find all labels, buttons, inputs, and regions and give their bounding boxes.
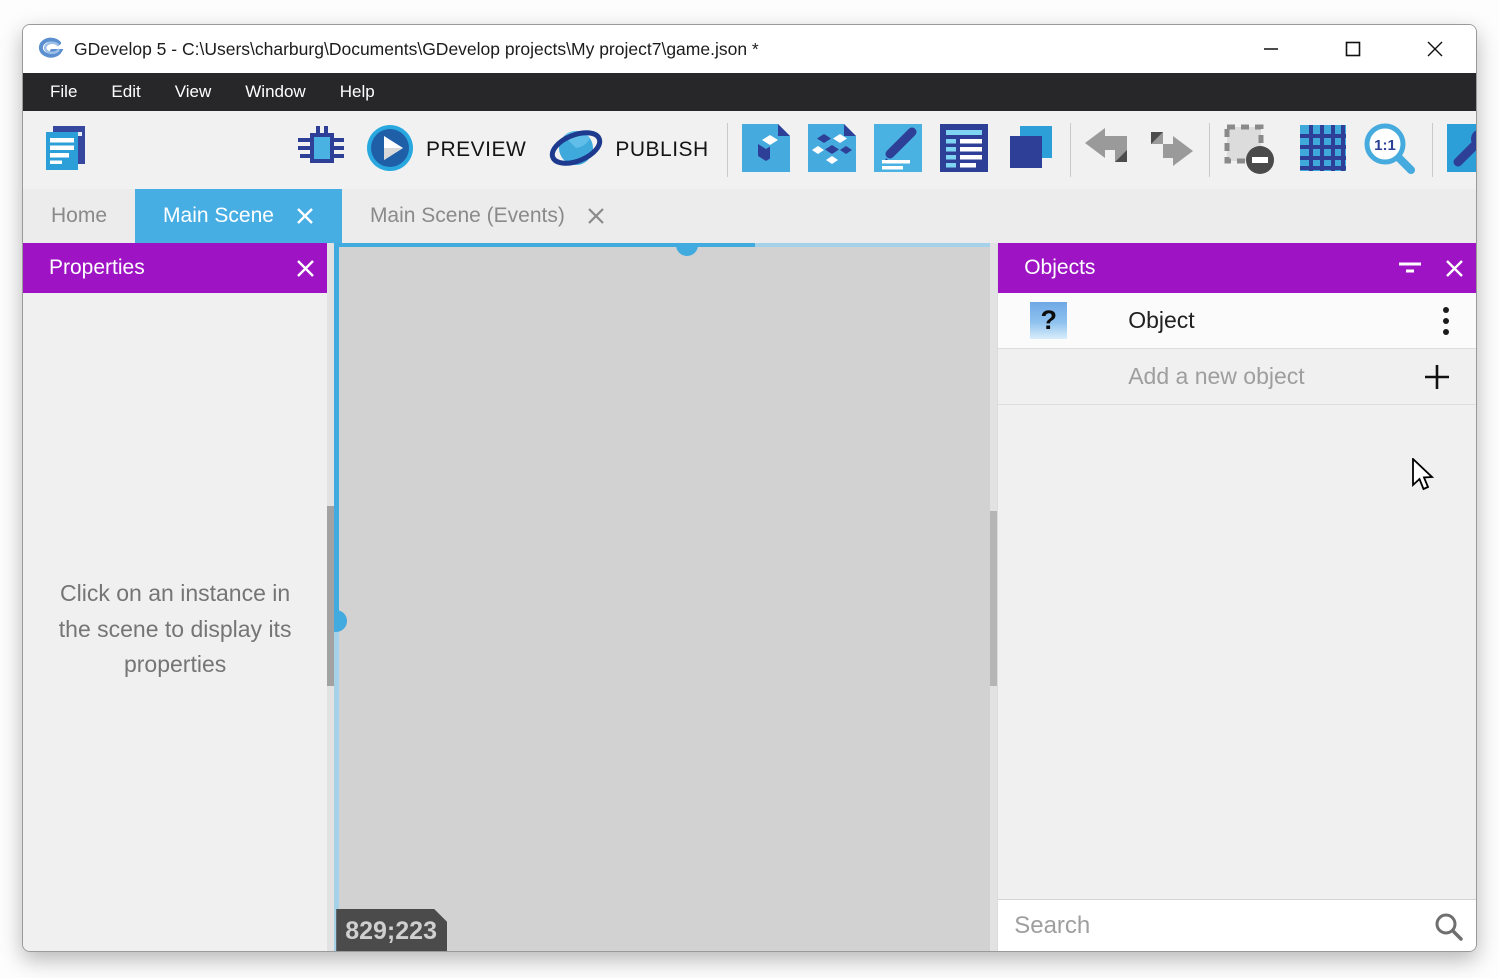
resize-handle-top[interactable] [676, 243, 698, 256]
kebab-menu-icon [1442, 306, 1450, 336]
tools-wrench-icon [1445, 122, 1477, 179]
tab-label: Main Scene (Events) [370, 204, 565, 228]
properties-empty-message: Click on an instance in the scene to dis… [44, 576, 306, 683]
preview-button[interactable]: PREVIEW [365, 123, 526, 178]
tab-main-scene-events[interactable]: Main Scene (Events) [342, 189, 633, 243]
preview-label: PREVIEW [426, 138, 526, 162]
maximize-button[interactable] [1312, 25, 1394, 73]
filter-objects-button[interactable] [1388, 243, 1432, 293]
play-icon [365, 123, 415, 178]
scene-properties-pencil-icon [872, 122, 924, 179]
undo-icon [1081, 126, 1133, 175]
screen: GDevelop 5 - C:\Users\charburg\Documents… [0, 0, 1499, 978]
grid-button[interactable] [1298, 123, 1348, 178]
zoom-1-1-icon: 1:1 [1362, 121, 1418, 180]
filter-icon [1397, 258, 1423, 278]
search-input[interactable] [998, 912, 1420, 940]
open-settings-button[interactable] [1445, 122, 1477, 179]
editor-content: Properties Click on an instance in the s… [23, 243, 1476, 951]
gdevelop-logo-icon [37, 35, 65, 63]
toolbar-divider [1432, 123, 1433, 177]
objects-panel: Objects ? Object [997, 243, 1476, 951]
gdevelop-window: GDevelop 5 - C:\Users\charburg\Documents… [22, 24, 1477, 952]
menu-help[interactable]: Help [323, 73, 392, 111]
object-list-item[interactable]: ? Object [998, 293, 1476, 349]
add-object-label: Add a new object [1128, 363, 1304, 390]
layers-icon [1004, 122, 1056, 179]
tab-label: Home [51, 204, 107, 228]
redo-button[interactable] [1145, 126, 1197, 175]
scene-properties-button[interactable] [872, 122, 924, 179]
close-properties-button[interactable] [283, 243, 327, 293]
object-context-menu-button[interactable] [1442, 306, 1450, 336]
scene-variables-icon [938, 122, 990, 179]
undo-button[interactable] [1081, 126, 1133, 175]
objects-editor-icon [740, 122, 792, 179]
scene-border-top-faded [755, 243, 997, 247]
tab-close-icon[interactable] [296, 207, 314, 225]
tab-label: Main Scene [163, 204, 274, 228]
toolbar-divider [1070, 123, 1071, 177]
plus-icon [1424, 364, 1450, 390]
scene-canvas[interactable]: 829;223 [327, 243, 997, 951]
redo-icon [1145, 126, 1197, 175]
layers-editor-button[interactable] [1004, 122, 1056, 179]
title-bar: GDevelop 5 - C:\Users\charburg\Documents… [23, 25, 1476, 73]
add-object-button[interactable] [1424, 364, 1450, 390]
project-manager-button[interactable] [37, 123, 91, 178]
deselect-mask-icon [1222, 122, 1278, 179]
project-manager-icon [37, 123, 91, 178]
objects-panel-header: Objects [998, 243, 1476, 293]
editor-tabs: Home Main Scene Main Scene (Events) [23, 189, 1476, 243]
tab-close-icon[interactable] [587, 207, 605, 225]
objects-panel-title: Objects [1024, 256, 1095, 280]
close-window-button[interactable] [1394, 25, 1476, 73]
scene-border-left-faded [334, 621, 339, 951]
canvas-scrollbar-right[interactable] [990, 243, 997, 951]
object-groups-icon [806, 122, 858, 179]
minimize-button[interactable] [1230, 25, 1312, 73]
object-thumbnail-icon: ? [1030, 302, 1067, 339]
object-name: Object [1128, 307, 1194, 334]
objects-editor-button[interactable] [740, 122, 792, 179]
tab-home[interactable]: Home [23, 189, 135, 243]
svg-text:1:1: 1:1 [1374, 137, 1396, 154]
scrollbar-thumb[interactable] [327, 506, 334, 686]
toolbar: PREVIEW PUBLISH [23, 111, 1476, 189]
menu-bar: File Edit View Window Help [23, 73, 1476, 111]
scene-variables-button[interactable] [938, 122, 990, 179]
menu-file[interactable]: File [33, 73, 94, 111]
close-objects-button[interactable] [1432, 243, 1476, 293]
debugger-bug-icon [295, 123, 345, 178]
properties-panel-title: Properties [49, 256, 145, 280]
search-icon[interactable] [1420, 911, 1476, 941]
menu-edit[interactable]: Edit [94, 73, 157, 111]
object-groups-button[interactable] [806, 122, 858, 179]
properties-panel: Properties Click on an instance in the s… [23, 243, 327, 951]
deselect-instances-button[interactable] [1222, 122, 1278, 179]
scrollbar-thumb[interactable] [990, 511, 997, 686]
window-title: GDevelop 5 - C:\Users\charburg\Documents… [74, 39, 759, 60]
cursor-coordinates-badge: 829;223 [336, 909, 447, 951]
window-controls [1230, 25, 1476, 73]
zoom-original-button[interactable]: 1:1 [1362, 121, 1418, 180]
publish-button[interactable]: PUBLISH [548, 123, 708, 178]
add-object-row[interactable]: Add a new object [998, 349, 1476, 405]
toolbar-divider [1209, 123, 1210, 177]
toolbar-divider [727, 123, 728, 177]
menu-window[interactable]: Window [228, 73, 322, 111]
publish-globe-icon [548, 123, 604, 178]
objects-list-empty-area [998, 405, 1476, 899]
objects-search-bar [998, 899, 1476, 951]
grid-icon [1298, 123, 1348, 178]
scene-border-left [334, 243, 339, 621]
properties-panel-header: Properties [23, 243, 327, 293]
publish-label: PUBLISH [615, 138, 708, 162]
tab-main-scene[interactable]: Main Scene [135, 189, 342, 243]
canvas-scrollbar-left[interactable] [327, 243, 334, 951]
menu-view[interactable]: View [158, 73, 229, 111]
debugger-button[interactable] [295, 123, 345, 178]
